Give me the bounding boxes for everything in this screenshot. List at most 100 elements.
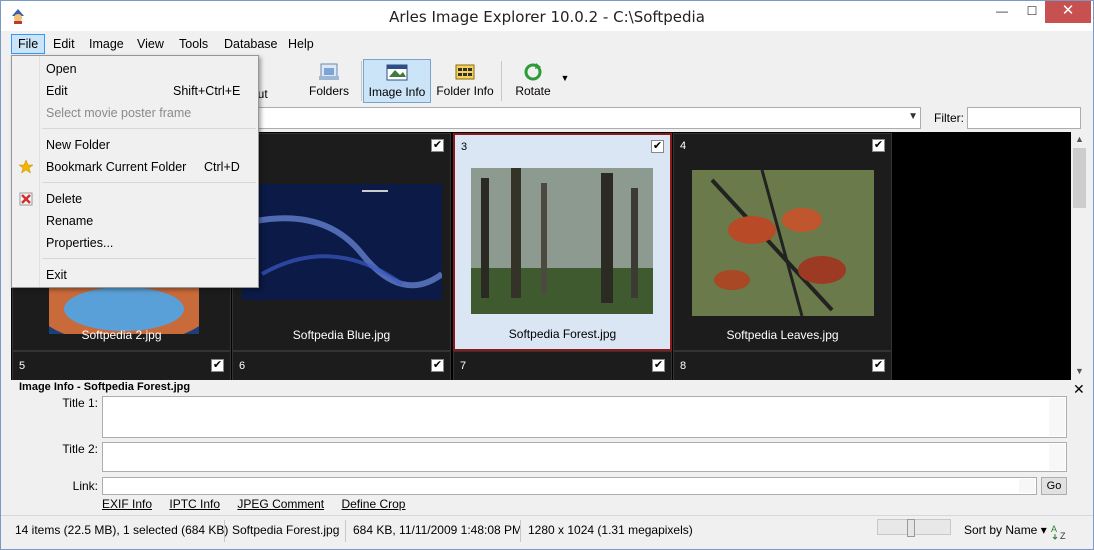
thumbnail-checkbox[interactable]: ✔ <box>872 359 885 372</box>
menu-open-label: Open <box>46 62 77 76</box>
menu-view[interactable]: View <box>131 34 170 54</box>
thumbnail-item-selected[interactable]: 3 ✔ Softpedia Forest.jpg <box>453 133 672 351</box>
thumbnail-caption: Softpedia Forest.jpg <box>508 327 617 341</box>
menu-exit[interactable]: Exit <box>12 264 258 286</box>
filter-input[interactable] <box>967 107 1081 129</box>
link-field[interactable] <box>102 477 1037 495</box>
link-label: Link: <box>72 479 98 493</box>
rotate-icon <box>524 63 542 81</box>
exif-info-link[interactable]: EXIF Info <box>102 497 152 511</box>
toolbar-separator <box>361 61 362 101</box>
thumbnail-item[interactable]: ✔ Softpedia Blue.jpg <box>232 133 451 351</box>
info-tabs: EXIF Info IPTC Info JPEG Comment Define … <box>102 497 419 511</box>
menu-edit-shortcut: Shift+Ctrl+E <box>173 84 241 98</box>
title2-field[interactable] <box>102 442 1067 472</box>
title1-scrollbar[interactable] <box>1049 398 1065 436</box>
svg-text:A: A <box>1051 524 1057 534</box>
status-separator <box>224 520 225 542</box>
scrollbar-thumb[interactable] <box>1073 148 1086 208</box>
thumbnail-caption: Softpedia Blue.jpg <box>292 328 391 342</box>
title1-field[interactable] <box>102 396 1067 438</box>
menu-file[interactable]: File <box>11 34 46 54</box>
thumbnail-item[interactable]: 4 ✔ Softpedia Leaves.jpg <box>673 133 892 351</box>
menu-bookmark-folder[interactable]: Bookmark Current Folder Ctrl+D <box>12 156 258 178</box>
menu-separator <box>42 128 256 129</box>
thumbnail-checkbox[interactable]: ✔ <box>652 359 665 372</box>
menu-help[interactable]: Help <box>282 34 320 54</box>
status-dimensions: 1280 x 1024 (1.31 megapixels) <box>528 523 693 537</box>
close-icon[interactable]: ✕ <box>1073 381 1085 398</box>
thumbnail-checkbox[interactable]: ✔ <box>431 359 444 372</box>
menu-delete[interactable]: Delete <box>12 188 258 210</box>
maximize-button[interactable]: ☐ <box>1017 1 1047 23</box>
menu-image[interactable]: Image <box>83 34 130 54</box>
thumbnail-checkbox[interactable]: ✔ <box>872 139 885 152</box>
thumbnail-caption: Softpedia 2.jpg <box>81 328 162 342</box>
close-button[interactable]: ✕ <box>1045 1 1091 23</box>
thumbnail-caption: Softpedia Leaves.jpg <box>726 328 839 342</box>
thumbnail-checkbox[interactable]: ✔ <box>211 359 224 372</box>
title2-label: Title 2: <box>62 442 98 456</box>
minimize-button[interactable]: — <box>987 1 1017 23</box>
define-crop-link[interactable]: Define Crop <box>341 497 405 511</box>
delete-icon <box>19 192 33 206</box>
file-menu-dropdown: Open Edit Shift+Ctrl+E Select movie post… <box>11 55 259 288</box>
menu-tools[interactable]: Tools <box>173 34 214 54</box>
menu-exit-label: Exit <box>46 268 67 282</box>
title-bar: Arles Image Explorer 10.0.2 - C:\Softped… <box>1 1 1093 31</box>
scroll-up-icon[interactable]: ▲ <box>1075 134 1084 144</box>
menu-delete-label: Delete <box>46 192 83 206</box>
go-button[interactable]: Go <box>1041 477 1067 495</box>
thumbnail-image <box>242 184 442 300</box>
folders-label: Folders <box>308 84 349 98</box>
thumbnail-item[interactable]: 6 ✔ <box>232 351 451 380</box>
menu-separator <box>42 182 256 183</box>
jpeg-comment-link[interactable]: JPEG Comment <box>237 497 324 511</box>
folders-icon <box>319 63 339 80</box>
iptc-info-link[interactable]: IPTC Info <box>169 497 220 511</box>
scroll-down-icon[interactable]: ▼ <box>1075 366 1084 376</box>
thumbnail-item[interactable]: 7 ✔ <box>453 351 672 380</box>
folders-button[interactable]: Folders <box>301 59 357 103</box>
image-info-button[interactable]: Image Info <box>363 59 431 103</box>
title1-label: Title 1: <box>62 396 98 410</box>
menu-edit[interactable]: Edit <box>47 34 81 54</box>
folder-info-icon <box>455 64 475 80</box>
status-separator <box>345 520 346 542</box>
image-info-label: Image Info <box>368 85 426 99</box>
thumbnail-scrollbar[interactable]: ▲ ▼ <box>1071 132 1088 380</box>
menu-edit-label: Edit <box>46 84 68 98</box>
menu-new-folder[interactable]: New Folder <box>12 134 258 156</box>
sort-order-icon[interactable]: A Z <box>1051 522 1071 540</box>
info-panel-title: Image Info - Softpedia Forest.jpg <box>19 381 191 393</box>
menu-properties-label: Properties... <box>46 236 114 250</box>
status-file: Softpedia Forest.jpg <box>232 523 340 537</box>
link-spinner[interactable] <box>1019 479 1035 493</box>
menu-database[interactable]: Database <box>218 34 284 54</box>
thumbnail-number: 6 <box>239 360 246 372</box>
chevron-down-icon: ▼ <box>908 111 918 122</box>
zoom-slider[interactable] <box>877 519 951 537</box>
thumbnail-image <box>692 170 874 316</box>
rotate-label: Rotate <box>515 84 551 98</box>
menu-edit-item[interactable]: Edit Shift+Ctrl+E <box>12 80 258 102</box>
menu-bookmark-label: Bookmark Current Folder <box>46 160 187 174</box>
thumbnail-image <box>471 168 653 314</box>
thumbnail-item[interactable]: 5 ✔ <box>12 351 231 380</box>
image-info-icon <box>386 64 408 81</box>
folder-info-button[interactable]: Folder Info <box>435 59 495 103</box>
menu-select-poster-frame: Select movie poster frame <box>12 102 258 124</box>
menu-rename[interactable]: Rename <box>12 210 258 232</box>
thumbnail-checkbox[interactable]: ✔ <box>651 140 664 153</box>
sort-button[interactable]: Sort by Name ▾ <box>964 523 1047 537</box>
zoom-slider-knob[interactable] <box>907 519 915 537</box>
thumbnail-number: 5 <box>19 360 26 372</box>
title2-scrollbar[interactable] <box>1049 444 1065 470</box>
thumbnail-item[interactable]: 8 ✔ <box>673 351 892 380</box>
menu-bookmark-shortcut: Ctrl+D <box>204 160 240 174</box>
rotate-button[interactable]: Rotate <box>511 59 555 103</box>
menu-properties[interactable]: Properties... <box>12 232 258 254</box>
rotate-dropdown-icon[interactable]: ▼ <box>559 59 571 103</box>
thumbnail-checkbox[interactable]: ✔ <box>431 139 444 152</box>
menu-open[interactable]: Open <box>12 58 258 80</box>
